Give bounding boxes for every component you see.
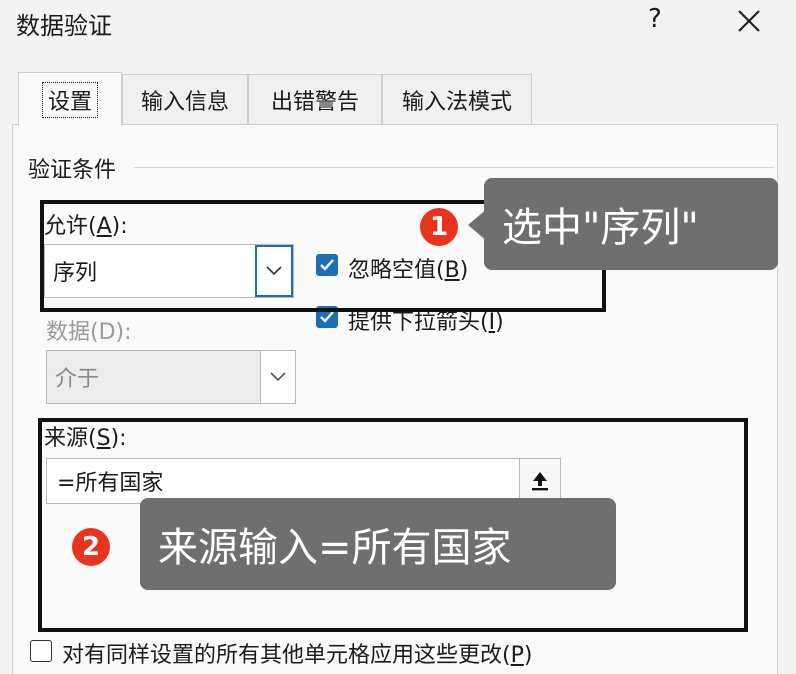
tab-settings[interactable]: 设置 [18, 72, 122, 126]
section-title: 验证条件 [28, 158, 117, 183]
chevron-down-icon [260, 351, 295, 403]
help-button[interactable]: ? [648, 4, 662, 34]
apply-all-checkbox[interactable] [30, 640, 52, 662]
annotation-callout-1: 选中"序列" [484, 178, 778, 270]
apply-all-label: 对有同样设置的所有其他单元格应用这些更改(P) [62, 643, 533, 668]
tab-input-message[interactable]: 输入信息 [122, 74, 248, 124]
annotation-callout-2: 来源输入=所有国家 [140, 498, 616, 590]
tab-ime-mode[interactable]: 输入法模式 [382, 74, 532, 124]
dialog-title: 数据验证 [16, 12, 112, 40]
close-button[interactable] [734, 2, 764, 36]
tab-strip-line [12, 124, 778, 125]
annotation-badge-2: 2 [72, 528, 110, 566]
close-icon [738, 10, 760, 32]
annotation-badge-1: 1 [420, 208, 458, 246]
section-divider [134, 167, 774, 168]
tab-error-alert[interactable]: 出错警告 [248, 74, 382, 124]
data-label: 数据(D): [46, 320, 132, 345]
data-value: 介于 [55, 367, 100, 392]
data-select: 介于 [46, 350, 296, 404]
